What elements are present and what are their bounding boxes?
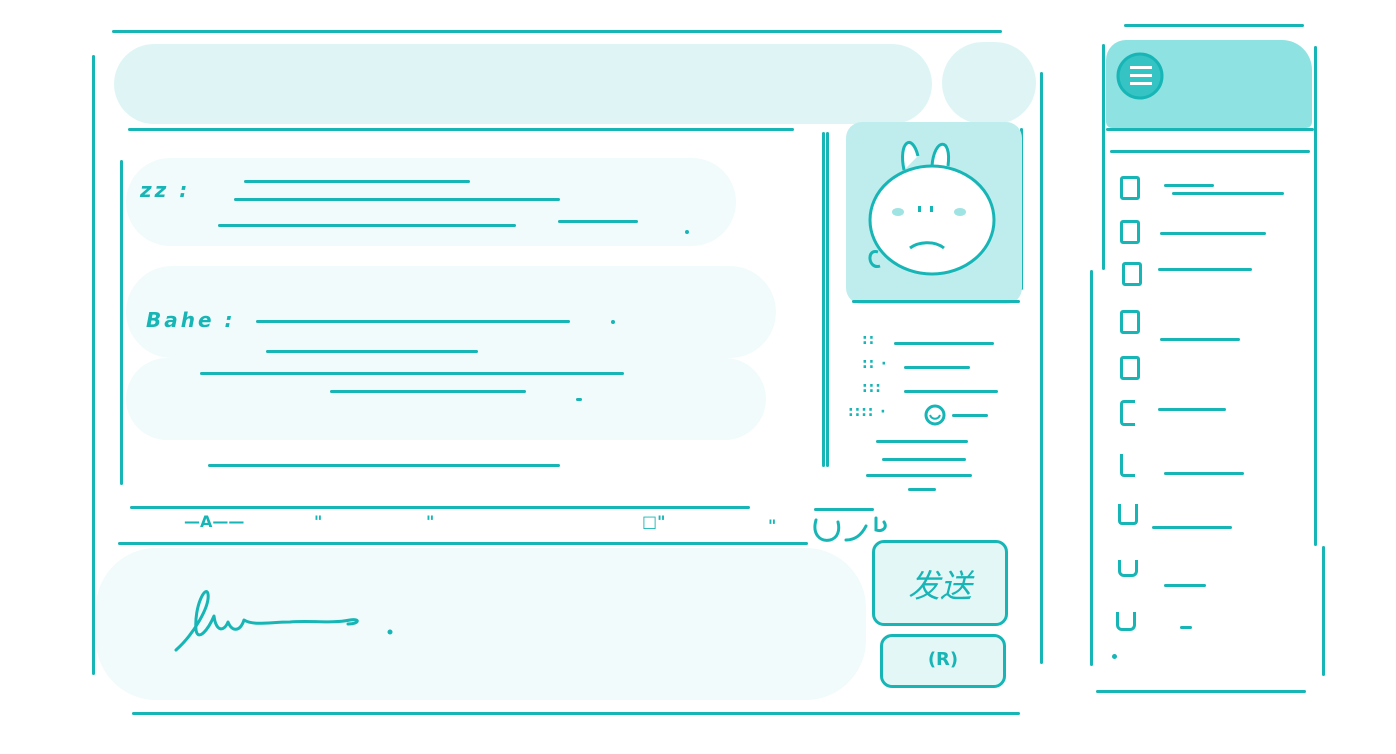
profile-panel-left-border (826, 132, 829, 467)
message-bubble (126, 158, 736, 246)
profile-info-label: ::: (862, 380, 882, 396)
main-window-right-border (1040, 72, 1043, 664)
message-text-dot (685, 230, 689, 234)
title-bar-button[interactable] (942, 42, 1036, 124)
contact-avatar (1120, 176, 1140, 200)
message-text-line (218, 224, 516, 227)
contact-list-item[interactable] (1152, 526, 1232, 529)
title-bar[interactable] (114, 44, 932, 124)
message-sender: Bahe : (146, 308, 236, 332)
contact-window-right-border (1322, 546, 1325, 676)
profile-info-value (904, 366, 970, 369)
contact-list-item[interactable] (1158, 408, 1226, 411)
send-button[interactable]: 发送 (872, 540, 1008, 626)
contact-window-left-border (1090, 270, 1093, 666)
record-button-label: (R) (927, 649, 959, 670)
smiley-icon (924, 404, 946, 426)
message-text-line (266, 350, 478, 353)
profile-info-value (904, 390, 998, 393)
contact-avatar (1120, 454, 1135, 477)
contact-list (1110, 170, 1300, 670)
contact-avatar (1122, 262, 1142, 286)
handwritten-input-text (174, 590, 393, 652)
contact-list-more (1112, 654, 1117, 659)
send-button-label: 发送 (907, 567, 972, 605)
contact-avatar (1120, 310, 1140, 334)
bunny-avatar (868, 141, 996, 276)
profile-info-value (908, 488, 936, 491)
font-button[interactable]: —A—— (184, 512, 244, 531)
toolbar-top-border (130, 506, 750, 509)
message-text-dot (611, 320, 615, 324)
profile-info-value (894, 342, 994, 345)
profile-info-label: :::: · (848, 404, 887, 420)
contact-list-item[interactable] (1160, 232, 1266, 235)
contact-list-item[interactable] (1180, 626, 1192, 629)
profile-info-value (882, 458, 966, 461)
contact-list-divider (1110, 150, 1310, 153)
contact-list-item[interactable] (1160, 338, 1240, 341)
message-text-line (558, 220, 638, 223)
toolbar-bottom-border (118, 542, 808, 545)
chat-pane-right-border (822, 132, 825, 467)
toolbar-button[interactable]: " (768, 516, 776, 535)
toolbar-button[interactable]: " (426, 512, 434, 531)
message-text-dot (576, 398, 582, 401)
image-button[interactable]: □" (642, 512, 665, 531)
toolbar-top-border (814, 508, 874, 511)
contact-list-item[interactable] (1172, 192, 1284, 195)
main-window-left-border (92, 55, 95, 675)
contact-list-header-border (1106, 128, 1314, 131)
contact-avatar (1118, 560, 1138, 577)
message-sender: zz : (140, 178, 191, 202)
contact-avatar (1118, 504, 1138, 525)
main-window-bottom-border (132, 712, 1020, 715)
contact-window-bottom-border (1096, 690, 1306, 693)
contact-list-item[interactable] (1164, 584, 1206, 587)
profile-info-value (866, 474, 972, 477)
profile-info-value (952, 414, 988, 417)
message-text-line (256, 320, 570, 323)
message-bubble (126, 358, 766, 440)
contact-avatar (1120, 220, 1140, 244)
toolbar-button[interactable]: " (314, 512, 322, 531)
chat-pane-top-border (128, 128, 794, 131)
message-text-line (330, 390, 526, 393)
message-text-line (244, 180, 470, 183)
contact-window-right-border (1314, 46, 1317, 546)
profile-photo-bottom-border (852, 300, 1020, 303)
contact-window-top-border (1124, 24, 1304, 27)
contact-name (1164, 184, 1214, 187)
menu-icon[interactable] (1114, 50, 1168, 104)
profile-info-label: :: · (862, 356, 888, 372)
main-window-top-border (112, 30, 1002, 33)
contact-avatar (1116, 612, 1136, 631)
message-text-line (234, 198, 560, 201)
profile-info-value (876, 440, 968, 443)
contact-avatar (1120, 356, 1140, 380)
contact-window-left-border (1102, 44, 1105, 270)
contact-list-item[interactable] (1158, 268, 1252, 271)
contact-list-item[interactable] (1164, 472, 1244, 475)
message-text-line (200, 372, 624, 375)
chat-pane-left-border (120, 160, 123, 485)
contact-avatar (1120, 400, 1135, 426)
message-text-line (208, 464, 560, 467)
profile-info-label: :: (862, 332, 876, 348)
record-button[interactable]: (R) (880, 634, 1006, 688)
